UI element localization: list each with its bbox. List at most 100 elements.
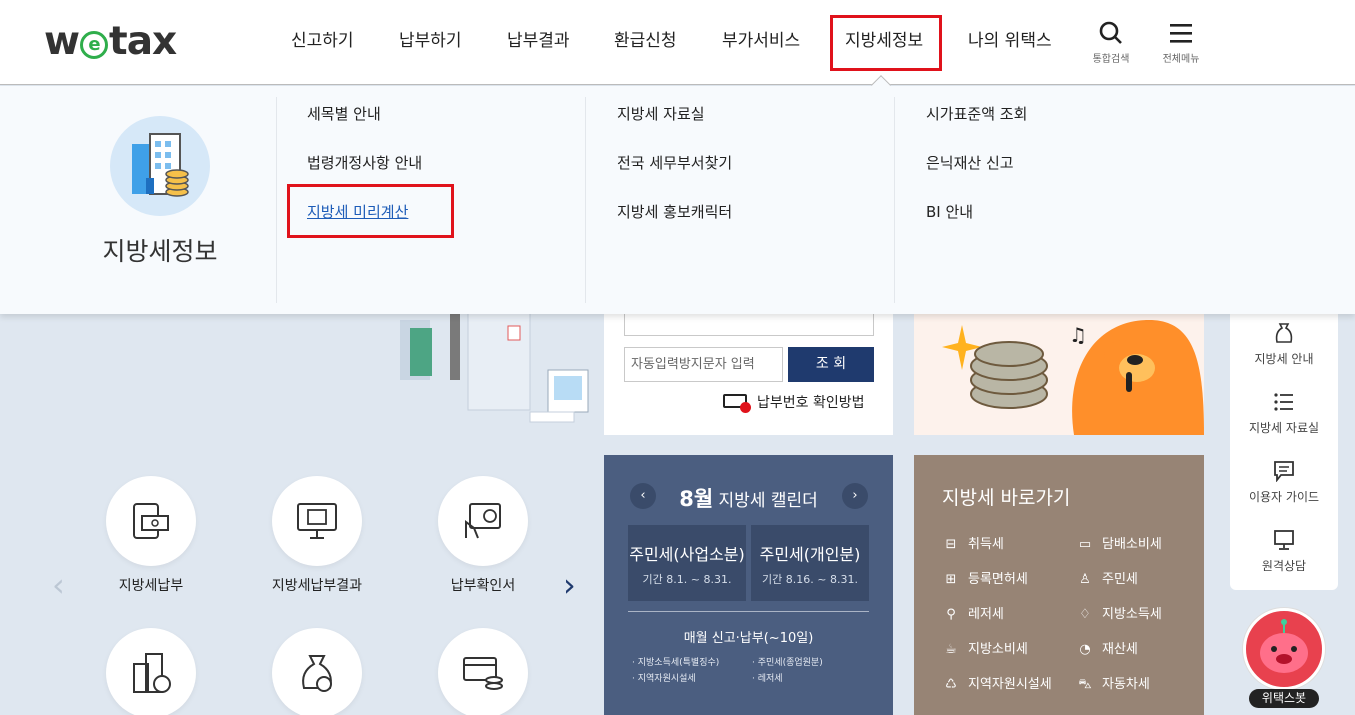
quick-tax-guide[interactable]: 지방세 안내 (1230, 322, 1338, 367)
services-prev-icon[interactable]: ‹ (52, 566, 65, 604)
service-payment-certificate[interactable] (438, 476, 528, 566)
money-bag-icon (1275, 323, 1293, 343)
menu-promo-character[interactable]: 지방세 홍보캐릭터 (617, 201, 732, 222)
shortcut-vehicle-tax[interactable]: ⛍ 자동차세 (1076, 673, 1150, 694)
menu-divider (585, 97, 586, 303)
local-tax-info-illustration (110, 116, 210, 216)
chatbot-character-icon (1260, 619, 1308, 673)
certificate-hand-icon (465, 503, 501, 539)
monitor-folder-icon (297, 503, 337, 539)
hamburger-icon (1170, 24, 1192, 43)
promo-banner[interactable]: ♫ (914, 300, 1204, 435)
monthly-item: · 주민세(종업원분) (752, 658, 823, 668)
quick-tax-archive[interactable]: 지방세 자료실 (1230, 391, 1338, 436)
mega-menu-title: 지방세정보 (102, 237, 218, 266)
menu-hidden-asset-report[interactable]: 은닉재산 신고 (926, 152, 1014, 173)
service-label: 지방세납부결과 (271, 578, 363, 594)
search-icon (1099, 21, 1122, 44)
calendar-item[interactable]: 주민세(사업소분) 기간 8.1. ~ 8.31. (628, 525, 746, 601)
lookup-search-button[interactable]: 조 회 (788, 347, 874, 382)
briefcase-icon: ⊟ (945, 537, 957, 552)
tax-shortcuts: 지방세 바로가기 ⊟ 취득세 ▭ 담배소비세 ⊞ 등록면허세 ♙ 주민세 ⚲ 레저세 ♢ 지… (914, 455, 1204, 715)
monthly-item: · 지방소득세(특별징수) (632, 658, 720, 668)
quick-remote-consult[interactable]: 원격상담 (1230, 529, 1338, 574)
menu-tax-type-guide[interactable]: 세목별 안내 (307, 103, 381, 124)
nav-pay[interactable]: 납부하기 (399, 30, 462, 52)
monthly-filing-title: 매월 신고·납부(~10일) (683, 631, 814, 646)
calendar-item-period: 기간 8.1. ~ 8.31. (642, 573, 732, 586)
captcha-input[interactable]: 자동입력방지문자 입력 (624, 347, 783, 382)
calendar-item-title: 주민세(사업소분) (629, 545, 745, 564)
city-illustration (400, 300, 589, 423)
shortcut-consumption-tax[interactable]: ☕ 지방소비세 (942, 638, 1028, 657)
shortcut-registration-tax[interactable]: ⊞ 등록면허세 (942, 568, 1028, 587)
calendar-label: 지방세 캘린더 (718, 491, 818, 511)
mobile-payment-icon (133, 503, 169, 539)
shortcut-income-tax[interactable]: ♢ 지방소득세 (1076, 603, 1162, 622)
monthly-item: · 지역자원시설세 (632, 674, 696, 684)
calendar-month: 8월 (679, 487, 714, 511)
receipt-icon (723, 394, 751, 413)
menu-divider (276, 97, 277, 303)
monitor-icon (1274, 530, 1294, 550)
cup-icon: ☕ (945, 642, 957, 657)
nav-refund[interactable]: 환급신청 (614, 30, 677, 52)
tax-calendar: ‹ 8월 지방세 캘린더 › 주민세(사업소분) 기간 8.1. ~ 8.31.… (604, 455, 893, 715)
building-coins-icon (132, 133, 189, 197)
shortcut-property-tax[interactable]: ◔ 재산세 (1076, 638, 1138, 657)
card-coins-icon (463, 657, 503, 690)
chatbot-label: 위택스봇 (1249, 689, 1319, 708)
building-won-icon (133, 653, 171, 693)
calendar-item-title: 주민세(개인분) (759, 545, 861, 564)
bicycle-icon: ⚲ (946, 607, 956, 622)
nav-extra-service[interactable]: 부가서비스 (722, 30, 800, 52)
car-icon: ⛍ (1078, 677, 1092, 692)
quick-menu-panel: 지방세 안내 지방세 자료실 이용자 가이드 원격상담 (1230, 300, 1338, 590)
payment-number-guide-link[interactable]: 납부번호 확인방법 (723, 392, 865, 413)
nav-my-wetax[interactable]: 나의 위택스 (968, 30, 1052, 52)
character-coin-illustration: ♫ (942, 320, 1204, 435)
full-menu-button[interactable]: 전체메뉴 (1156, 20, 1206, 65)
services-next-icon[interactable]: › (563, 566, 576, 604)
guide-label: 납부번호 확인방법 (757, 395, 865, 411)
service-tax-payment[interactable] (106, 476, 196, 566)
menu-highlight-box (287, 184, 454, 238)
menu-law-revision[interactable]: 법령개정사항 안내 (307, 152, 422, 173)
monthly-item: · 레저세 (752, 674, 783, 684)
chat-icon (1274, 461, 1294, 482)
shortcut-tobacco-tax[interactable]: ▭ 담배소비세 (1076, 533, 1162, 552)
shortcut-leisure-tax[interactable]: ⚲ 레저세 (942, 603, 1004, 622)
menu-divider (894, 97, 895, 303)
nav-report[interactable]: 신고하기 (291, 30, 354, 52)
shortcut-resource-tax[interactable]: ♺ 지역자원시설세 (942, 673, 1052, 692)
menu-bi-guide[interactable]: BI 안내 (926, 201, 973, 222)
menu-find-tax-office[interactable]: 전국 세무부서찾기 (617, 152, 732, 173)
clock-icon: ◔ (1079, 642, 1091, 657)
money-bag-icon (302, 655, 332, 692)
money-bag-icon: ♢ (1079, 607, 1091, 622)
menu-standard-price[interactable]: 시가표준액 조회 (926, 103, 1027, 124)
menu-tax-archive[interactable]: 지방세 자료실 (617, 103, 705, 124)
person-icon: ♙ (1079, 572, 1091, 587)
service-payment-result[interactable] (272, 476, 362, 566)
calendar-next-button[interactable]: › (842, 483, 868, 509)
cigarette-icon: ▭ (1078, 537, 1092, 552)
svg-text:♫: ♫ (1069, 323, 1087, 347)
recycle-icon: ♺ (945, 677, 957, 692)
nav-pay-result[interactable]: 납부결과 (507, 30, 570, 52)
shortcut-acquisition-tax[interactable]: ⊟ 취득세 (942, 533, 1004, 552)
shortcuts-title: 지방세 바로가기 (942, 487, 1071, 509)
service-money-bag[interactable] (272, 628, 362, 715)
quick-user-guide[interactable]: 이용자 가이드 (1230, 460, 1338, 505)
service-card-coins[interactable] (438, 628, 528, 715)
shortcut-resident-tax[interactable]: ♙ 주민세 (1076, 568, 1138, 587)
calendar-item[interactable]: 주민세(개인분) 기간 8.16. ~ 8.31. (751, 525, 869, 601)
calendar-divider (628, 611, 869, 612)
service-label: 지방세납부 (118, 578, 184, 594)
search-label: 통합검색 (1092, 54, 1130, 65)
service-label: 납부확인서 (450, 578, 516, 594)
service-building-tax[interactable] (106, 628, 196, 715)
unified-search-button[interactable]: 통합검색 (1086, 20, 1136, 65)
wetax-logo[interactable]: w e tax (44, 20, 177, 64)
chatbot-button[interactable] (1243, 608, 1325, 690)
